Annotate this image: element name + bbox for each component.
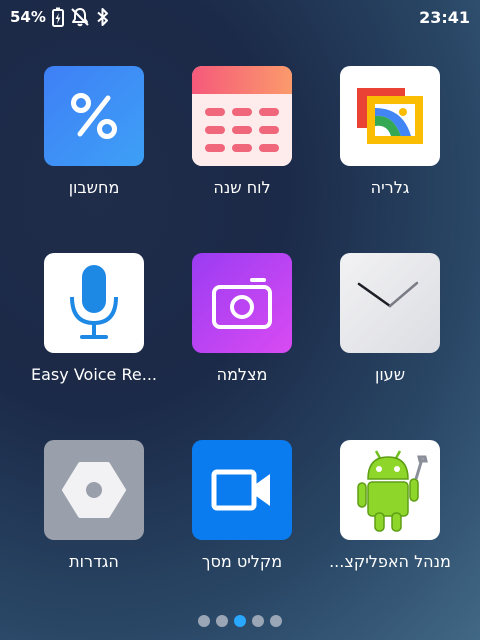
app-label: שעון [374,365,406,384]
app-calendar[interactable]: לוח שנה [167,66,317,206]
page-dot-active[interactable] [234,615,246,627]
status-time: 23:41 [419,7,470,27]
camera-icon[interactable] [192,253,292,353]
page-indicator [0,615,480,627]
battery-charging-icon [51,7,64,27]
app-easy-voice-recorder[interactable]: Easy Voice Re... [19,253,169,393]
app-clock[interactable]: שעון [315,253,465,393]
app-label: לוח שנה [213,178,271,197]
clock-icon[interactable] [340,253,440,353]
settings-icon[interactable] [44,440,144,540]
app-camera[interactable]: מצלמה [167,253,317,393]
app-label: גלריה [370,178,410,197]
calendar-icon[interactable] [192,66,292,166]
app-gallery[interactable]: גלריה [315,66,465,206]
app-label: ...מנהל האפליקצ [329,552,451,571]
app-label: Easy Voice Re... [31,365,157,384]
app-label: מקליט מסך [201,552,283,571]
page-dot[interactable] [216,615,228,627]
app-calculator[interactable]: מחשבון [19,66,169,206]
page-dot[interactable] [198,615,210,627]
screen-recorder-icon[interactable] [192,440,292,540]
app-settings[interactable]: הגדרות [19,440,169,580]
app-manager[interactable]: ...מנהל האפליקצ [315,440,465,580]
page-dot[interactable] [252,615,264,627]
page-dot[interactable] [270,615,282,627]
status-bar: 54% 23:41 [0,0,480,34]
calculator-icon[interactable] [44,66,144,166]
app-manager-android-icon[interactable] [340,440,440,540]
bluetooth-icon [96,7,110,27]
battery-percent: 54% [10,8,46,26]
microphone-icon[interactable] [44,253,144,353]
app-label: הגדרות [69,552,119,571]
app-label: מצלמה [216,365,268,384]
gallery-icon[interactable] [340,66,440,166]
status-left: 54% [10,7,110,27]
app-label: מחשבון [68,178,120,197]
app-screen-recorder[interactable]: מקליט מסך [167,440,317,580]
notifications-off-icon [70,7,90,27]
